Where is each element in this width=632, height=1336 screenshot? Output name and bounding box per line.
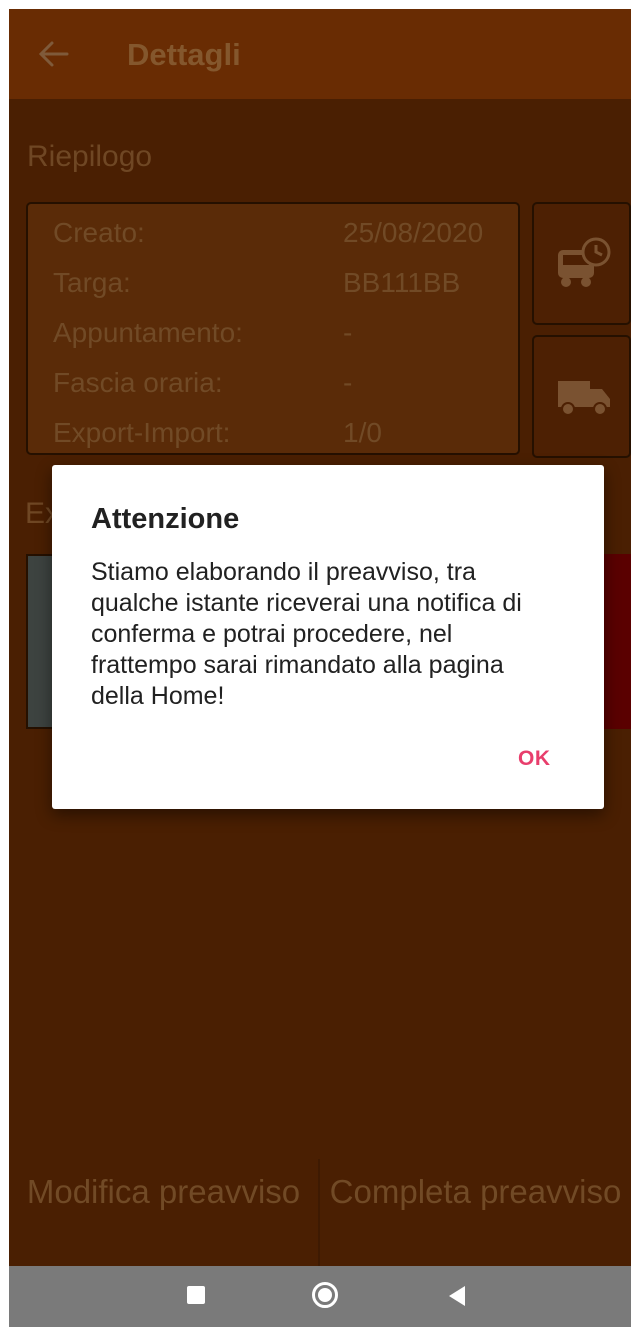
system-nav-bar <box>9 1266 631 1327</box>
dialog-message: Stiamo elaborando il preavviso, tra qual… <box>91 558 522 710</box>
summary-card: Creato: 25/08/2020 Targa: BB111BB Appunt… <box>26 202 520 455</box>
ok-button[interactable]: OK <box>510 743 559 775</box>
row-label: Creato: <box>53 217 145 248</box>
summary-row-plate: Targa: BB111BB <box>53 267 460 299</box>
row-label: Export-Import: <box>53 417 231 448</box>
back-triangle-icon[interactable] <box>449 1286 465 1306</box>
row-label: Appuntamento: <box>53 317 243 348</box>
row-value: 1/0 <box>343 417 382 448</box>
summary-row-appointment: Appuntamento: - <box>53 317 352 349</box>
arrow-left-icon[interactable] <box>37 39 69 69</box>
recent-apps-icon[interactable] <box>187 1286 205 1304</box>
summary-row-created: Creato: 25/08/2020 <box>53 217 483 249</box>
bottom-action-bar: Modifica preavviso Completa preavviso <box>9 1159 631 1266</box>
summary-row-export-import: Export-Import: 1/0 <box>53 417 382 449</box>
truck-clock-icon <box>558 237 611 287</box>
row-label: Fascia oraria: <box>53 367 223 398</box>
complete-notice-button[interactable]: Completa preavviso <box>320 1159 631 1266</box>
summary-row-time-slot: Fascia oraria: - <box>53 367 352 399</box>
row-value: - <box>343 317 353 348</box>
row-value: - <box>343 367 353 398</box>
home-icon[interactable] <box>312 1282 338 1308</box>
row-value: BB111BB <box>343 267 461 298</box>
modify-notice-button[interactable]: Modifica preavviso <box>9 1159 320 1266</box>
app-bar: Dettagli <box>9 9 631 99</box>
truck-icon <box>558 381 610 416</box>
row-label: Targa: <box>53 267 131 298</box>
page-title: Dettagli <box>127 37 241 72</box>
row-value: 25/08/2020 <box>343 217 484 248</box>
summary-section-title: Riepilogo <box>27 140 153 173</box>
truck-button[interactable] <box>532 335 631 458</box>
truck-schedule-button[interactable] <box>532 202 631 325</box>
alert-dialog: Attenzione Stiamo elaborando il preavvis… <box>52 465 604 809</box>
dialog-title: Attenzione <box>91 503 240 535</box>
